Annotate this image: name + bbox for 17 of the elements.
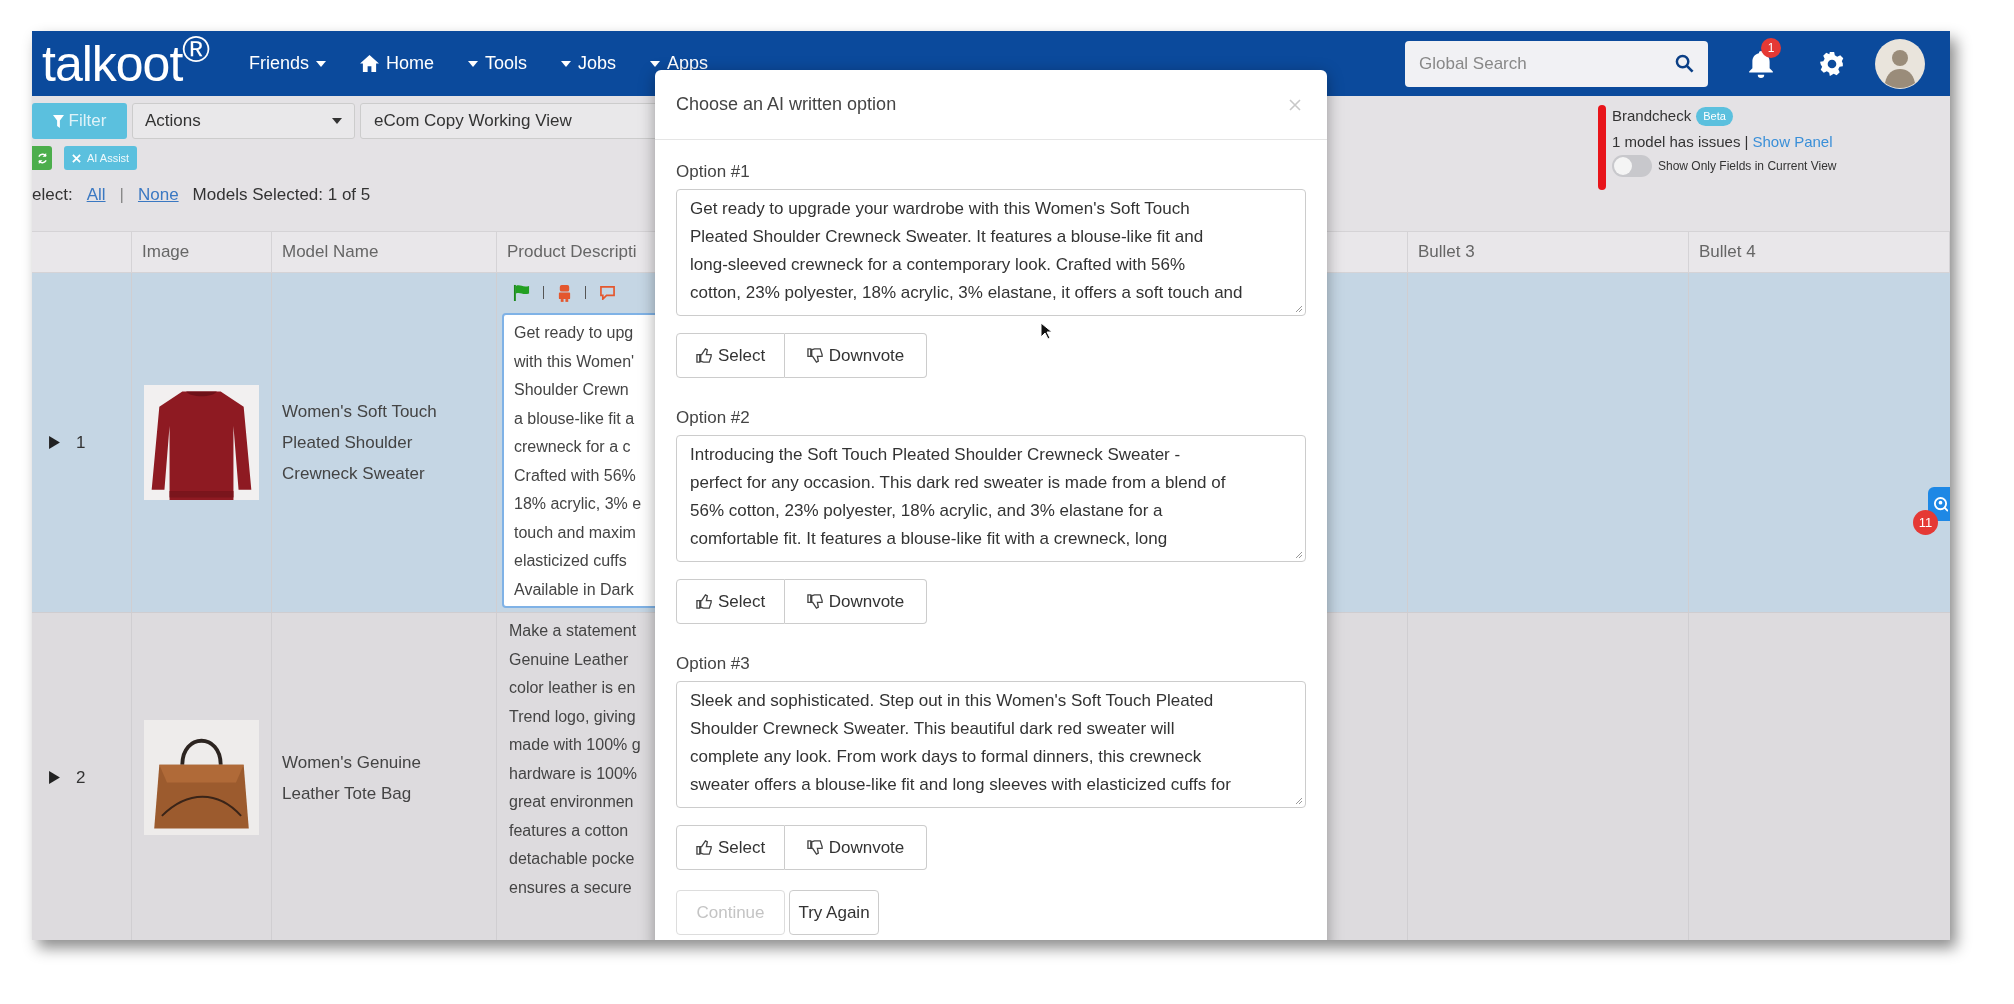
selection-count-text: Models Selected: 1 of 5 — [192, 184, 371, 206]
separator-text: | — [119, 184, 124, 206]
option-label: Option #1 — [676, 162, 750, 181]
option-label: Option #2 — [676, 408, 750, 427]
issues-text: 1 model has issues | — [1612, 131, 1749, 152]
option-label: Option #3 — [676, 654, 750, 673]
toggle-label: Show Only Fields in Current View — [1658, 158, 1837, 175]
dialog-title: Choose an AI written option — [676, 93, 897, 116]
beta-badge: Beta — [1696, 107, 1733, 126]
row-number: 1 — [76, 431, 86, 454]
row-number: 2 — [76, 766, 86, 789]
model-name-text: Women's Genuine Leather Tote Bag — [282, 751, 422, 805]
brandcheck-title: Brandcheck — [1612, 106, 1692, 126]
model-name-text: Women's Soft Touch Pleated Shoulder Crewneck Sweater — [282, 401, 438, 485]
notification-count-badge: 1 — [1761, 37, 1781, 58]
description-text: Make a statement Genuine Leather color leather is en Trend logo, giving made with 100% g hardware is 100% great environmen features a cotton detachable pocke ensures a secure — [508, 621, 641, 898]
select-label: elect: — [32, 184, 73, 206]
